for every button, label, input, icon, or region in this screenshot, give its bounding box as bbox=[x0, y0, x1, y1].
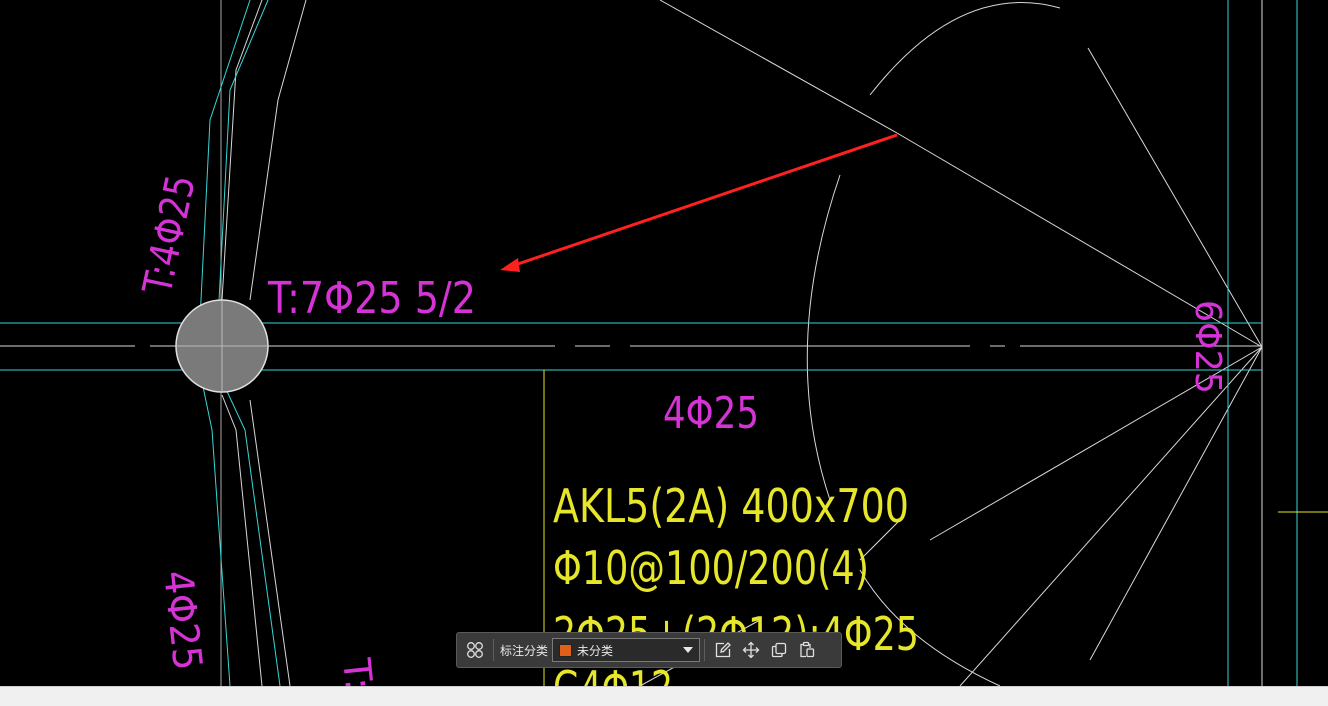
partial-bottom-left: T: bbox=[334, 655, 381, 686]
toolbar-separator bbox=[493, 639, 494, 661]
toolbar-separator bbox=[704, 639, 706, 661]
category-dropdown[interactable]: 未分类 bbox=[552, 638, 701, 662]
rebar-right-vertical[interactable]: 6Φ25 bbox=[1187, 300, 1228, 394]
rebar-top-note[interactable]: T:7Φ25 5/2 bbox=[267, 273, 476, 324]
red-leader-arrow[interactable] bbox=[500, 133, 898, 272]
copy-button[interactable] bbox=[765, 636, 793, 664]
category-color-swatch bbox=[559, 643, 573, 657]
grid-button[interactable] bbox=[461, 636, 489, 664]
rebar-left-vertical[interactable]: T:4Φ25 bbox=[135, 171, 205, 299]
annotation-toolbar: 标注分类 未分类 bbox=[456, 632, 842, 668]
edit-button[interactable] bbox=[709, 636, 737, 664]
grid-icon bbox=[467, 642, 483, 658]
category-value: 未分类 bbox=[577, 643, 614, 658]
move-icon bbox=[742, 641, 760, 659]
rebar-bottom-left-vertical[interactable]: 4Φ25 bbox=[154, 568, 210, 672]
cad-drawing: T:7Φ25 5/2 4Φ25 T:4Φ25 4Φ25 6Φ25 T: AKL5… bbox=[0, 0, 1328, 686]
beam-name[interactable]: AKL5(2A) 400x700 bbox=[553, 479, 909, 533]
paste-button[interactable] bbox=[793, 636, 821, 664]
chevron-down-icon bbox=[683, 647, 694, 653]
move-button[interactable] bbox=[737, 636, 765, 664]
category-label: 标注分类 bbox=[500, 643, 549, 658]
paste-icon bbox=[800, 641, 815, 658]
status-bar bbox=[0, 686, 1328, 706]
rebar-below-beam[interactable]: 4Φ25 bbox=[663, 388, 759, 439]
stirrup-spec[interactable]: Φ10@100/200(4) bbox=[553, 541, 869, 595]
cad-drawing-canvas[interactable]: T:7Φ25 5/2 4Φ25 T:4Φ25 4Φ25 6Φ25 T: AKL5… bbox=[0, 0, 1328, 686]
edit-icon bbox=[715, 642, 731, 658]
copy-icon bbox=[771, 642, 787, 658]
